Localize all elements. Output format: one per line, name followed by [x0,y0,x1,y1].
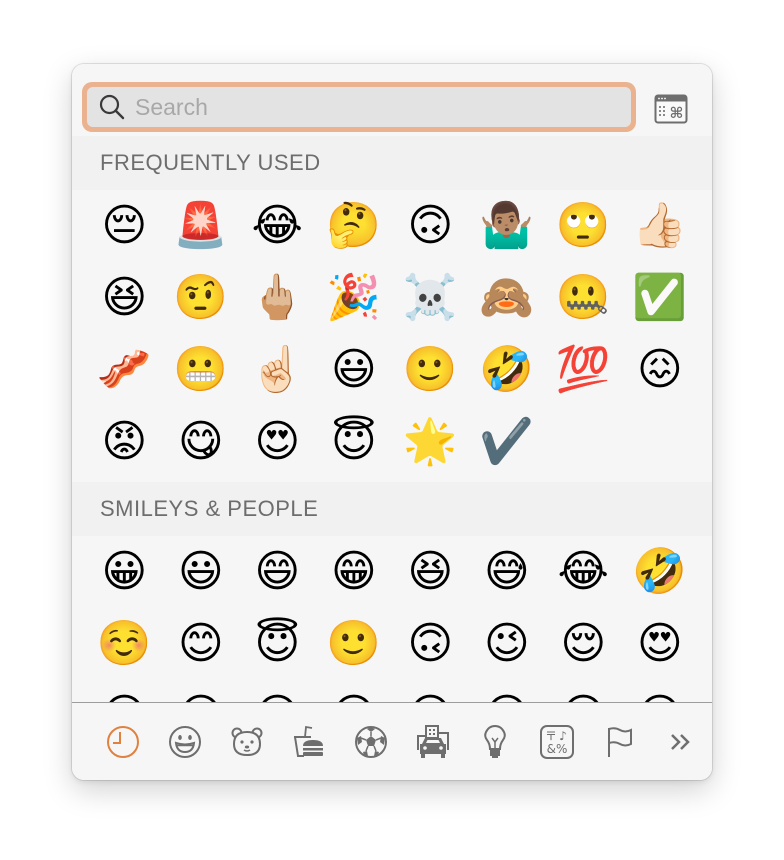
tab-flags[interactable] [588,720,650,764]
emoji-grinning-face-with-sweat[interactable]: 😅 [469,536,546,608]
emoji-bacon[interactable]: 🥓 [86,334,163,406]
emoji-face-blowing-a-kiss[interactable]: 😘 [86,680,163,703]
emoji-grinning-face-with-smiling-eyes[interactable]: 😄 [239,536,316,608]
tab-frequently-used[interactable] [92,720,154,764]
tab-symbols[interactable]: 〒 ♪ &% [526,720,588,764]
emoji-police-car-light[interactable]: 🚨 [163,190,240,262]
chevron-double-right-icon [671,733,690,750]
emoji-face-with-rolling-eyes[interactable]: 🙄 [545,190,622,262]
tab-activity[interactable] [340,720,402,764]
category-tab-bar: 〒 ♪ &% [72,702,712,780]
emoji-slightly-smiling-face[interactable]: 🙂 [316,608,393,680]
search-field[interactable] [87,87,631,127]
emoji-pensive-face[interactable]: 😔 [86,190,163,262]
emoji-smiling-face-with-smiling-eyes[interactable]: 😊 [163,608,240,680]
emoji-index-pointing-up[interactable]: ☝🏻 [239,334,316,406]
tab-more[interactable] [650,720,712,764]
emoji-face-with-raised-eyebrow[interactable]: 🤨 [163,262,240,334]
emoji-hundred-points[interactable]: 💯 [545,334,622,406]
emoji-grid-smileys-people: 😀😃😄😁😆😅😂🤣 ☺️😊😇🙂🙃😉😌😍 😘😗😙😚😋😛😝😜 [72,536,712,702]
emoji-winking-face-with-tongue[interactable]: 😜 [622,680,699,703]
lightbulb-icon [484,724,506,758]
smiley-icon [169,725,201,758]
emoji-grinning-squinting-face[interactable]: 😆 [86,262,163,334]
bear-icon [231,727,263,756]
emoji-face-savoring-food[interactable]: 😋 [392,680,469,703]
emoji-beaming-face-with-smiling-eyes[interactable]: 😁 [316,536,393,608]
emoji-kissing-face-with-closed-eyes[interactable]: 😚 [316,680,393,703]
emoji-grinning-face-with-big-eyes[interactable]: 😃 [316,334,393,406]
emoji-smiling-face-with-heart-eyes[interactable]: 😍 [622,608,699,680]
tab-travel-places[interactable] [402,720,464,764]
search-row: ⌘ [72,64,712,136]
emoji-check-mark-button[interactable]: ✅ [622,262,699,334]
emoji-smiling-face[interactable]: ☺️ [86,608,163,680]
clock-icon [107,725,139,758]
emoji-grinning-squinting-face[interactable]: 😆 [392,536,469,608]
emoji-pouting-face[interactable]: 😡 [86,406,163,478]
emoji-grid-frequently-used: 😔 🚨 😂 🤔 🙃 🤷🏽‍♂️ 🙄 👍🏻 😆 🤨 🖕🏼 🎉 ☠️ 🙈 🤐 ✅ 🥓 😬 ☝🏻 😃 🙂 🤣 💯 😖 😡 😋 😍 😇 🌟 ✔️ [72,190,712,482]
search-input[interactable] [133,92,597,122]
emoji-scroll-area[interactable]: FREQUENTLY USED 😔 🚨 😂 🤔 🙃 🤷🏽‍♂️ 🙄 👍🏻 😆 🤨 🖕🏼 🎉 ☠️ 🙈 🤐 ✅ 🥓… [72,136,712,702]
emoji-squinting-face-with-tongue[interactable]: 😝 [545,680,622,703]
search-focus-ring [82,82,636,132]
emoji-grinning-face-with-big-eyes[interactable]: 😃 [163,536,240,608]
tab-smileys-people[interactable] [154,720,216,764]
emoji-middle-finger[interactable]: 🖕🏼 [239,262,316,334]
tab-animals-nature[interactable] [216,720,278,764]
food-icon [294,725,323,757]
emoji-party-popper[interactable]: 🎉 [316,262,393,334]
emoji-face-with-tongue[interactable]: 😛 [469,680,546,703]
emoji-face-savoring-food[interactable]: 😋 [163,406,240,478]
car-building-icon [417,724,449,758]
tab-objects[interactable] [464,720,526,764]
emoji-slightly-smiling-face[interactable]: 🙂 [392,334,469,406]
emoji-smiling-face-with-halo[interactable]: 😇 [316,406,393,478]
emoji-skull-and-crossbones[interactable]: ☠️ [392,262,469,334]
emoji-smiling-face-with-halo[interactable]: 😇 [239,608,316,680]
svg-text:&%: &% [547,742,568,756]
soccer-ball-icon [355,725,387,758]
emoji-kissing-face-with-smiling-eyes[interactable]: 😙 [239,680,316,703]
character-viewer-icon: ⌘ [654,94,688,124]
section-header-frequently-used: FREQUENTLY USED [72,136,712,190]
emoji-thinking-face[interactable]: 🤔 [316,190,393,262]
emoji-check-mark[interactable]: ✔️ [469,406,546,478]
emoji-face-with-tears-of-joy[interactable]: 😂 [239,190,316,262]
emoji-man-shrugging[interactable]: 🤷🏽‍♂️ [469,190,546,262]
emoji-kissing-face[interactable]: 😗 [163,680,240,703]
emoji-rolling-on-the-floor-laughing[interactable]: 🤣 [469,334,546,406]
emoji-upside-down-face[interactable]: 🙃 [392,190,469,262]
svg-text:〒: 〒 [545,729,557,743]
emoji-picker-popover: ⌘ FREQUENTLY USED 😔🚨😂🤔🙃🤷🏽‍♂️🙄👍🏻😆🤨🖕🏼🎉☠️🙈🤐… [72,64,712,780]
emoji-grimacing-face[interactable]: 😬 [163,334,240,406]
emoji-relieved-face[interactable]: 😌 [545,608,622,680]
emoji-confounded-face[interactable]: 😖 [622,334,699,406]
character-viewer-button[interactable]: ⌘ [654,94,688,124]
svg-text:⌘: ⌘ [670,104,684,122]
svg-text:♪: ♪ [559,729,567,743]
flag-icon [608,726,632,757]
emoji-grinning-face[interactable]: 😀 [86,536,163,608]
emoji-glowing-star[interactable]: 🌟 [392,406,469,478]
magnifying-glass-icon [99,94,125,120]
emoji-see-no-evil-monkey[interactable]: 🙈 [469,262,546,334]
section-header-smileys-people: SMILEYS & PEOPLE [72,482,712,536]
tab-food-drink[interactable] [278,720,340,764]
symbols-icon: 〒 ♪ &% [540,724,574,759]
emoji-rolling-on-the-floor-laughing[interactable]: 🤣 [622,536,699,608]
emoji-smiling-face-with-heart-eyes[interactable]: 😍 [239,406,316,478]
emoji-upside-down-face[interactable]: 🙃 [392,608,469,680]
emoji-thumbs-up[interactable]: 👍🏻 [622,190,699,262]
emoji-zipper-mouth-face[interactable]: 🤐 [545,262,622,334]
emoji-winking-face[interactable]: 😉 [469,608,546,680]
emoji-face-with-tears-of-joy[interactable]: 😂 [545,536,622,608]
